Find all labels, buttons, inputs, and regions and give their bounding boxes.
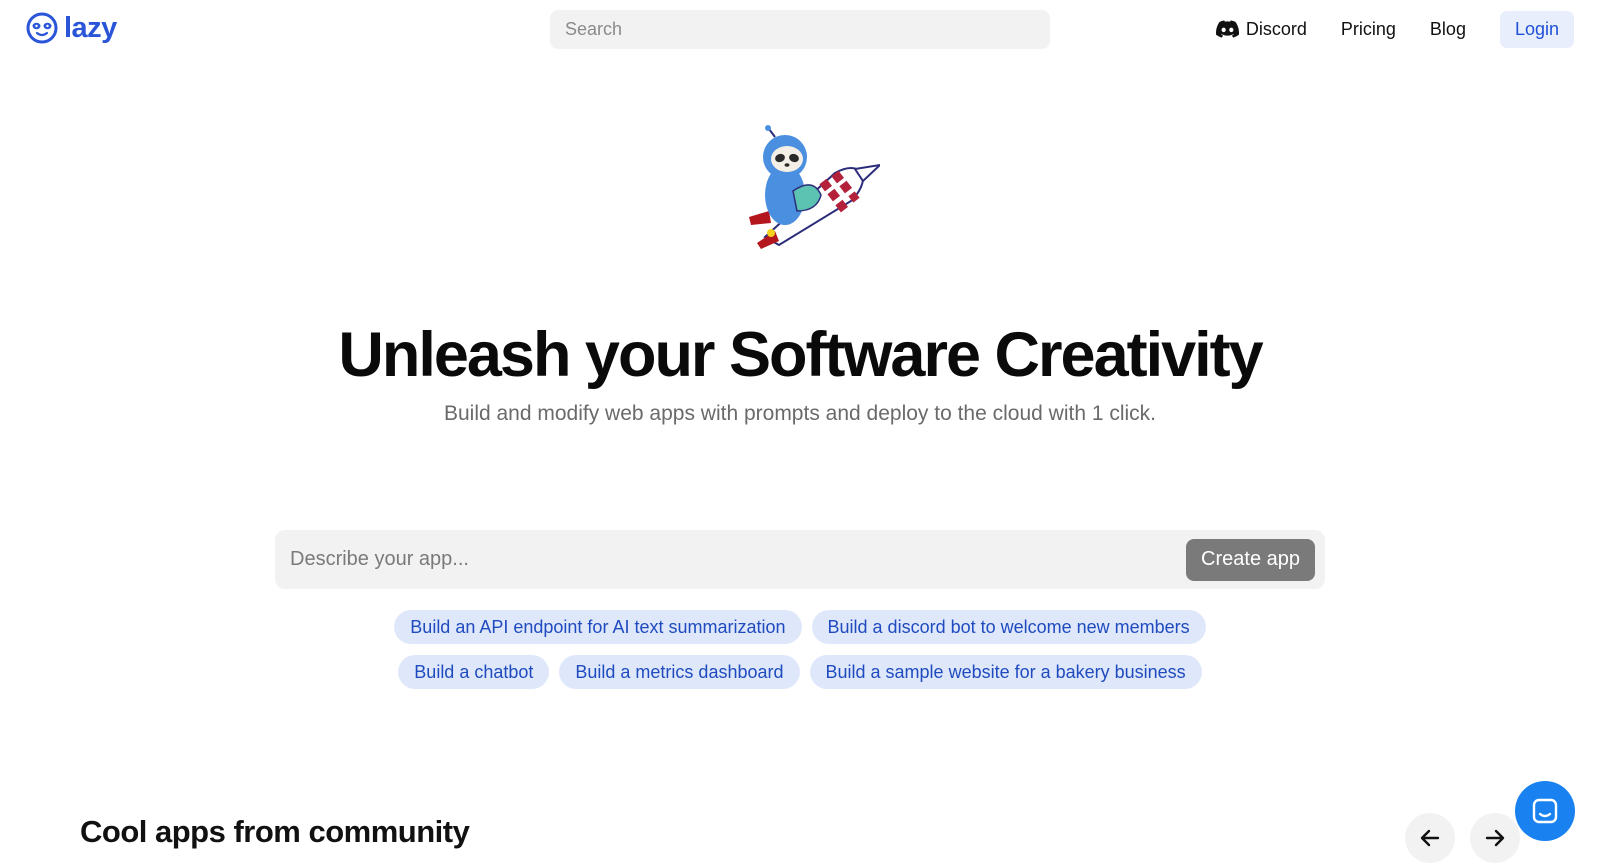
arrow-right-icon [1485,829,1505,847]
app-description-input[interactable] [290,548,1187,571]
hero-subhead: Build and modify web apps with prompts a… [443,402,1157,425]
suggestion-chips-row-1: Build an API endpoint for AI text summar… [0,610,1600,644]
nav-pricing-link[interactable]: Pricing [1341,19,1396,40]
suggestion-chip[interactable]: Build a discord bot to welcome new membe… [811,610,1206,644]
create-app-button[interactable]: Create app [1186,538,1315,581]
sloth-face-icon [26,12,58,44]
carousel-prev-button[interactable] [1405,813,1455,863]
carousel-next-button[interactable] [1470,813,1520,863]
login-button[interactable]: Login [1499,10,1574,48]
hero-headline: Unleash your Software Creativity [338,320,1263,390]
chat-launcher-button[interactable] [1515,781,1575,841]
suggestion-chip[interactable]: Build a metrics dashboard [559,655,800,689]
suggestion-chip[interactable]: Build a chatbot [398,655,550,689]
chat-launcher-icon [1532,798,1558,824]
page: lazy Discord Pricing Blog Login [0,0,1600,865]
nav-blog-link[interactable]: Blog [1430,19,1466,40]
top-navbar: lazy Discord Pricing Blog Login [0,0,1600,62]
search-bar [550,10,1050,49]
discord-icon [1215,20,1239,38]
community-section-title: Cool apps from community [80,814,470,849]
suggestion-chip[interactable]: Build an API endpoint for AI text summar… [394,610,802,644]
sloth-rocket-illustration [749,125,880,249]
suggestion-chips-row-2: Build a chatbot Build a metrics dashboar… [0,655,1600,689]
arrow-left-icon [1420,829,1440,847]
search-input[interactable] [565,19,1050,40]
nav-discord-link[interactable]: Discord [1215,18,1307,40]
suggestion-chip[interactable]: Build a sample website for a bakery busi… [809,655,1202,689]
logo-link[interactable]: lazy [26,12,117,44]
logo-text: lazy [64,12,117,44]
nav-discord-label: Discord [1245,18,1307,39]
nav-links: Discord Pricing Blog Login [1215,10,1574,48]
app-prompt-bar: Create app [275,530,1325,589]
